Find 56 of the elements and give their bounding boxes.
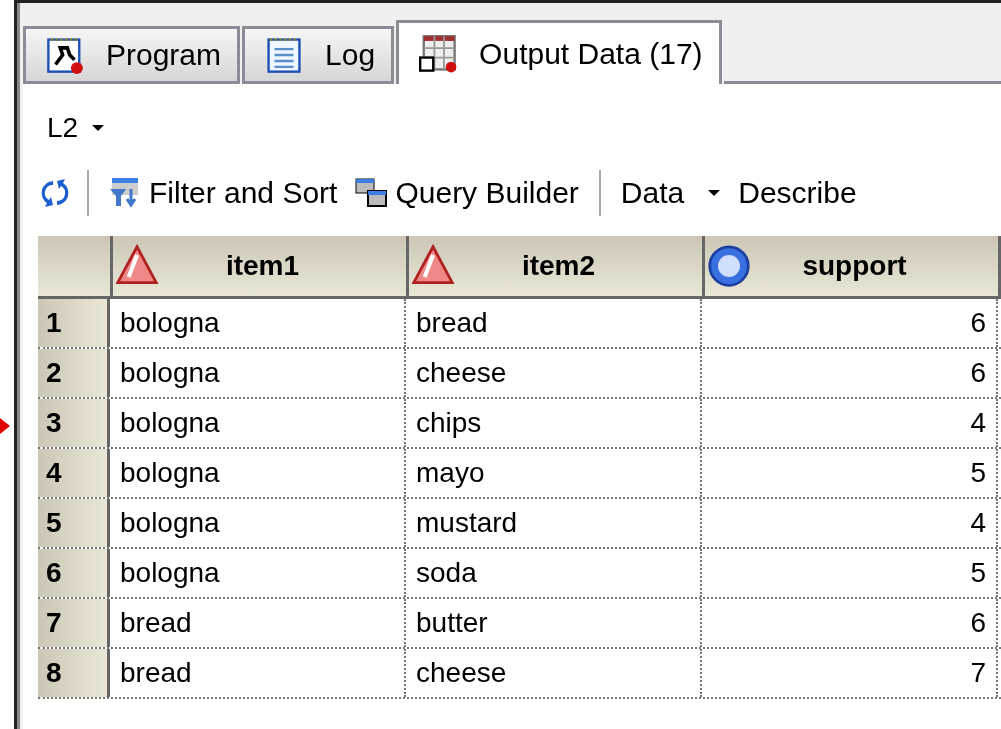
describe-menu[interactable]: Describe (734, 176, 861, 210)
table-cell: mustard (406, 499, 702, 547)
table-cell: chips (406, 399, 702, 447)
table-icon (419, 34, 458, 73)
filter-icon (109, 177, 141, 209)
row-number: 3 (38, 399, 110, 447)
dataset-dropdown[interactable]: L2 (39, 84, 111, 150)
filter-and-sort-button[interactable]: Filter and Sort (105, 176, 342, 210)
table-cell: bologna (110, 399, 406, 447)
table-cell: bologna (110, 349, 406, 397)
row-number: 2 (38, 349, 110, 397)
caret-icon (92, 125, 105, 131)
column-name: support (801, 250, 908, 282)
tables-icon (355, 177, 388, 209)
table-cell: 4 (702, 399, 998, 447)
refresh-icon[interactable] (39, 177, 71, 209)
number-icon (707, 244, 751, 288)
program-icon (46, 36, 84, 74)
row-number: 5 (38, 499, 110, 547)
tab[interactable]: Program (23, 26, 241, 84)
table-cell: 5 (702, 449, 998, 497)
corner-header[interactable] (38, 236, 113, 296)
tab[interactable]: Log (242, 26, 395, 84)
tab[interactable]: Output Data (17) (396, 20, 722, 84)
table-cell: bread (110, 649, 406, 697)
table-cell: bologna (110, 449, 406, 497)
table-cell: cheese (406, 649, 702, 697)
table-cell: bread (406, 299, 702, 347)
row-number: 7 (38, 599, 110, 647)
table-cell: 7 (702, 649, 998, 697)
table-cell: mayo (406, 449, 702, 497)
row-number: 4 (38, 449, 110, 497)
column-name: item2 (520, 250, 597, 282)
table-cell: butter (406, 599, 702, 647)
query-builder-button[interactable]: Query Builder (351, 176, 583, 210)
column-header[interactable]: item2 (409, 236, 705, 296)
table-cell: 6 (702, 349, 998, 397)
table-cell: 5 (702, 549, 998, 597)
data-menu[interactable]: Data (616, 176, 725, 210)
table-cell: 6 (702, 599, 998, 647)
row-number: 6 (38, 549, 110, 597)
table-cell: 4 (702, 499, 998, 547)
row-number: 8 (38, 649, 110, 697)
table-cell: cheese (406, 349, 702, 397)
table-cell: 6 (702, 299, 998, 347)
table-cell: bologna (110, 549, 406, 597)
table-cell: bologna (110, 499, 406, 547)
row-number: 1 (38, 299, 110, 347)
column-header[interactable]: item1 (113, 236, 409, 296)
table-cell: bread (110, 599, 406, 647)
column-name: item1 (224, 250, 301, 282)
pointer-icon (0, 418, 10, 434)
notepad-icon (265, 36, 304, 74)
column-header[interactable]: support (705, 236, 1001, 296)
table-cell: bologna (110, 299, 406, 347)
table-cell: soda (406, 549, 702, 597)
